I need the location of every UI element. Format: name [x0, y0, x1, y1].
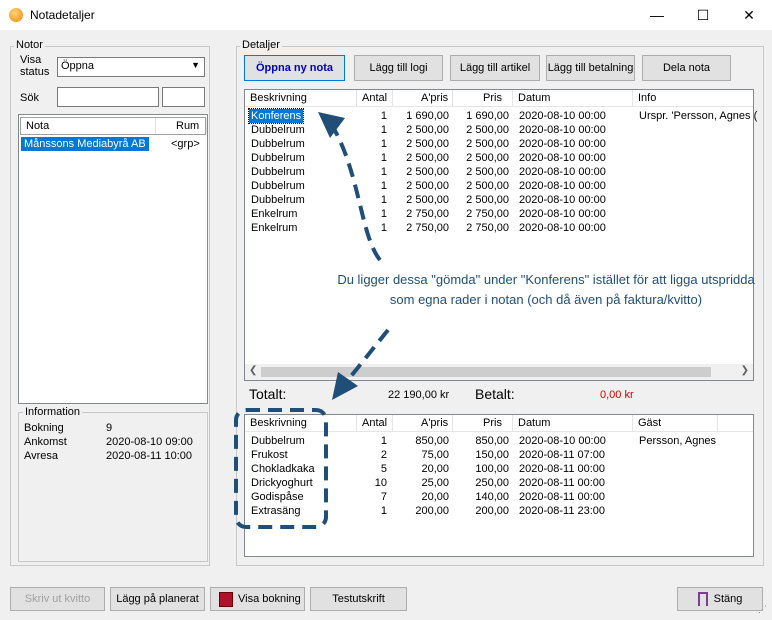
show-booking-label: Visa bokning: [238, 593, 301, 605]
book-icon: [219, 591, 233, 607]
door-icon: [697, 592, 708, 606]
dashed-highlight-box: [234, 408, 328, 529]
arrow-to-hidden-rows: [346, 328, 390, 382]
resize-grip-icon[interactable]: ⋰: [758, 604, 767, 615]
show-booking-button[interactable]: Visa bokning: [210, 587, 305, 611]
test-print-button[interactable]: Testutskrift: [310, 587, 407, 611]
print-receipt-button[interactable]: Skriv ut kvitto: [10, 587, 105, 611]
close-window-label: Stäng: [713, 593, 743, 605]
close-window-button[interactable]: Stäng: [677, 587, 763, 611]
arrow-head-down-icon: [332, 372, 358, 400]
annotation-overlay: [234, 112, 390, 529]
arrow-head-up-icon: [318, 112, 345, 138]
arrow-to-konferens: [328, 120, 382, 262]
add-planned-button[interactable]: Lägg på planerat: [110, 587, 205, 611]
